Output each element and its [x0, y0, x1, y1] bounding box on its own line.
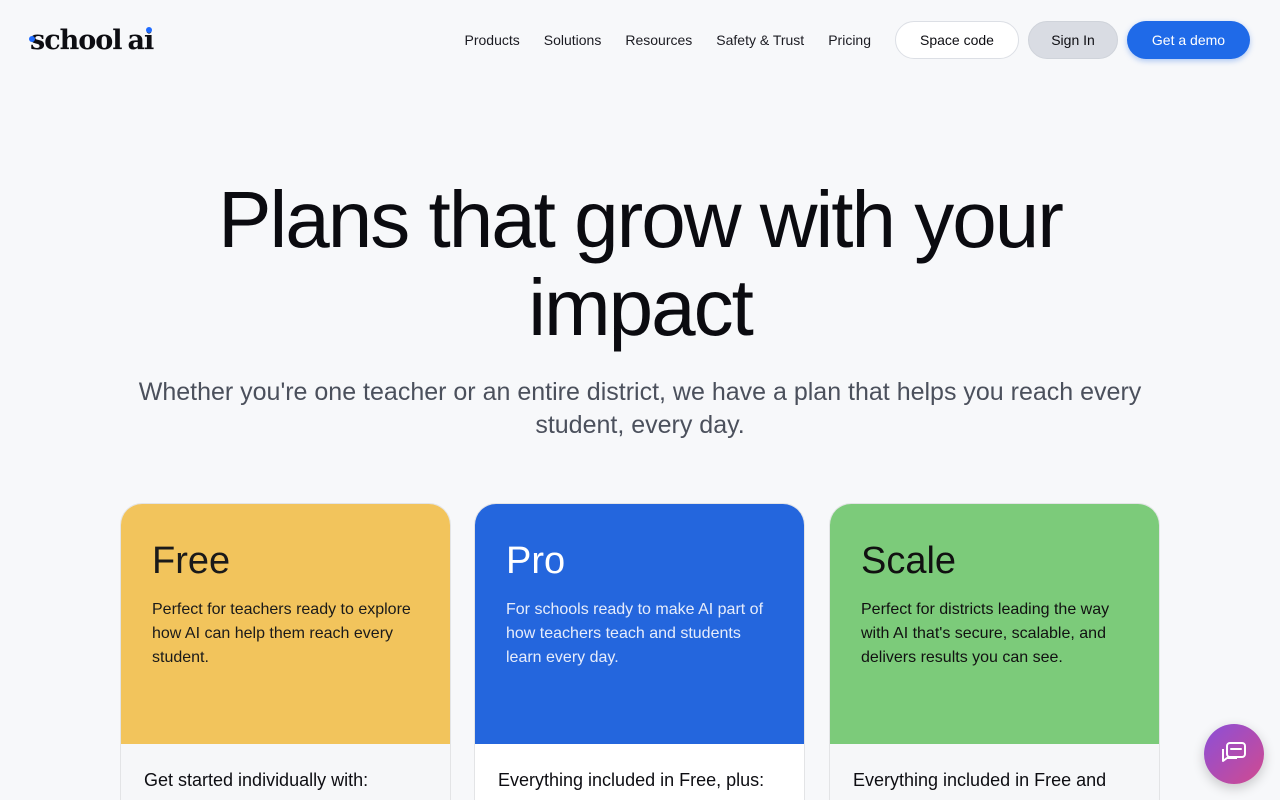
page-subtitle-line1: Whether you're one teacher or an entire … [138, 378, 1142, 406]
plan-card-pro: Pro For schools ready to make AI part of… [474, 503, 805, 800]
plan-description: Perfect for teachers ready to explore ho… [152, 601, 411, 666]
plan-name: Free [152, 540, 231, 582]
plan-description: For schools ready to make AI part of how… [506, 601, 764, 666]
plan-card-free: Free Perfect for teachers ready to explo… [120, 503, 451, 800]
schoolai-logo[interactable]: school ai [29, 24, 155, 56]
nav-resources[interactable]: Resources [625, 32, 692, 48]
plan-features-heading: Get started individually with: [121, 744, 450, 800]
page-title-line1: Plans that grow with your [218, 175, 1064, 264]
nav-products[interactable]: Products [465, 32, 520, 48]
nav-pricing[interactable]: Pricing [828, 32, 871, 48]
plan-card-header: Scale Perfect for districts leading the … [830, 504, 1159, 744]
logo-wordmark-school: school [29, 24, 123, 56]
logo-i-dot [146, 26, 153, 33]
plan-card-header: Pro For schools ready to make AI part of… [475, 504, 804, 744]
plan-card-header: Free Perfect for teachers ready to explo… [121, 504, 450, 744]
page-title: Plans that grow with your impact [0, 176, 1280, 352]
page-subtitle: Whether you're one teacher or an entire … [130, 376, 1150, 442]
page-subtitle-line2: student, every day. [535, 411, 745, 439]
plan-features-heading: Everything included in Free, plus: [475, 744, 804, 800]
plan-card-scale: Scale Perfect for districts leading the … [829, 503, 1160, 800]
plan-description: Perfect for districts leading the way wi… [861, 601, 1110, 666]
sign-in-button[interactable]: Sign In [1028, 21, 1118, 59]
site-header: school ai Products Solutions Resources S… [0, 0, 1280, 80]
chat-launcher-button[interactable] [1204, 724, 1264, 784]
nav-safety-trust[interactable]: Safety & Trust [716, 32, 804, 48]
main-nav: Products Solutions Resources Safety & Tr… [465, 21, 1250, 59]
space-code-button[interactable]: Space code [895, 21, 1019, 59]
plan-name: Pro [506, 540, 566, 582]
chat-icon [1222, 742, 1246, 762]
pricing-page: school ai Products Solutions Resources S… [0, 0, 1280, 800]
get-demo-button[interactable]: Get a demo [1127, 21, 1250, 59]
nav-solutions[interactable]: Solutions [544, 32, 602, 48]
logo-wordmark-ai: ai [127, 24, 155, 56]
page-title-line2: impact [528, 263, 754, 352]
plan-name: Scale [861, 540, 957, 582]
logo-dot [29, 35, 35, 42]
plan-features-heading: Everything included in Free and [830, 744, 1159, 800]
